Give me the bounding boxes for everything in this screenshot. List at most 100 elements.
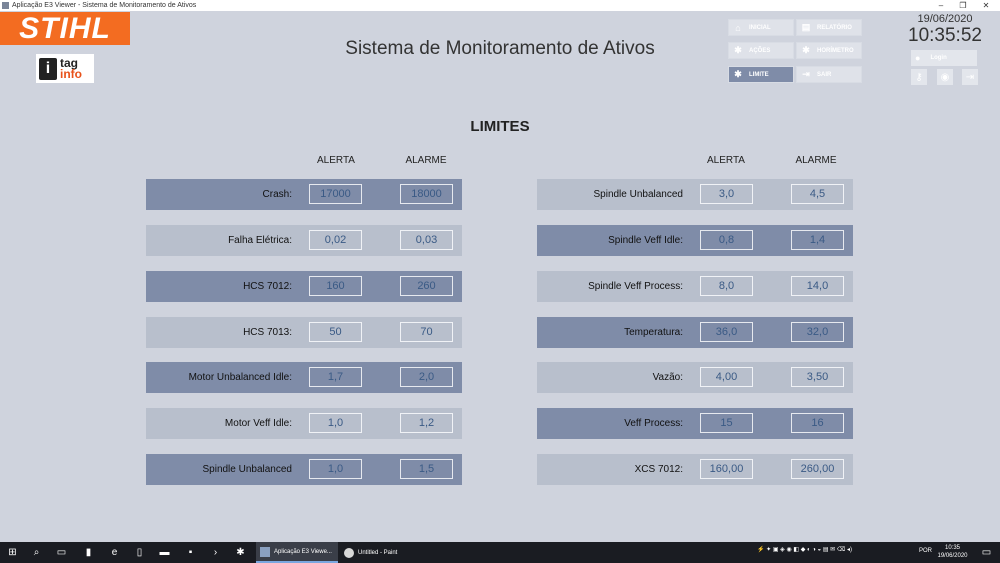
logo-info-text: info	[60, 66, 82, 81]
globe-icon[interactable]: ◉	[937, 69, 953, 85]
limit-row: HCS 7013: 50 70	[146, 317, 462, 348]
alarme-input[interactable]: 1,2	[400, 413, 453, 433]
app-icon	[2, 2, 9, 9]
nav-relatorio-button[interactable]: ▤ RELATÓRIO	[796, 19, 862, 36]
window-titlebar: Aplicação E3 Viewer - Sistema de Monitor…	[0, 0, 1000, 11]
nav-sair-button[interactable]: ⇥ SAIR	[796, 66, 862, 83]
alerta-input[interactable]: 1,0	[309, 459, 362, 479]
limit-row: Spindle Unbalanced 1,0 1,5	[146, 454, 462, 485]
alerta-input[interactable]: 0,02	[309, 230, 362, 250]
alarme-input[interactable]: 1,5	[400, 459, 453, 479]
left-col-alarme-header: ALARME	[405, 155, 447, 166]
alerta-input[interactable]: 1,7	[309, 367, 362, 387]
alarme-input[interactable]: 16	[791, 413, 844, 433]
limit-label: Spindle Unbalanced	[202, 464, 292, 475]
alarme-input[interactable]: 3,50	[791, 367, 844, 387]
current-date: 19/06/2020	[917, 13, 973, 25]
alerta-input[interactable]: 36,0	[700, 322, 753, 342]
limit-label: Spindle Unbalanced	[593, 189, 683, 200]
alarme-input[interactable]: 18000	[400, 184, 453, 204]
right-col-alerta-header: ALERTA	[707, 155, 745, 166]
alerta-input[interactable]: 160,00	[700, 459, 753, 479]
e3-app-icon	[260, 546, 270, 557]
report-icon: ▤	[801, 22, 811, 32]
gear-icon: ✱	[802, 45, 810, 55]
folder-icon[interactable]: ▬	[158, 546, 171, 559]
limit-row: Spindle Veff Idle: 0,8 1,4	[537, 225, 853, 256]
window-title: Aplicação E3 Viewer - Sistema de Monitor…	[12, 2, 197, 9]
alarme-input[interactable]: 32,0	[791, 322, 844, 342]
alerta-input[interactable]: 50	[309, 322, 362, 342]
alerta-input[interactable]: 0,8	[700, 230, 753, 250]
alarme-input[interactable]: 0,03	[400, 230, 453, 250]
alarme-input[interactable]: 260,00	[791, 459, 844, 479]
exit-icon: ⇥	[802, 69, 810, 79]
app-pinned-icon[interactable]: ▮	[82, 546, 95, 559]
home-icon: ⌂	[735, 22, 741, 33]
alarme-input[interactable]: 2,0	[400, 367, 453, 387]
alerta-input[interactable]: 4,00	[700, 367, 753, 387]
limit-row: XCS 7012: 160,00 260,00	[537, 454, 853, 485]
tray-icons[interactable]: ⚡ ✦ ▣ ◈ ◉ ◧ ◆ ◐ ◑ ◒ ▤ ✉ ⌫ ◂)	[757, 546, 852, 559]
gear-icon: ✱	[734, 69, 742, 79]
limit-row: Veff Process: 15 16	[537, 408, 853, 439]
close-icon[interactable]: ✕	[975, 0, 997, 11]
alarme-input[interactable]: 260	[400, 276, 453, 296]
alerta-input[interactable]: 160	[309, 276, 362, 296]
limit-label: XCS 7012:	[634, 464, 683, 475]
nav-limite-button[interactable]: ✱ LIMITE	[728, 66, 794, 83]
limit-row: Motor Veff Idle: 1,0 1,2	[146, 408, 462, 439]
settings-app-icon[interactable]: ✱	[234, 546, 247, 559]
login-button[interactable]: ● Login	[911, 50, 977, 66]
limit-label: Crash:	[262, 189, 292, 200]
limit-label: HCS 7013:	[243, 327, 292, 338]
taskbar: ⊞ ⌕ ▭ ▮ e ▯ ▬ ▪ › ✱ Aplicação E3 Viewe..…	[0, 542, 1000, 563]
limit-row: Spindle Unbalanced 3,0 4,5	[537, 179, 853, 210]
paint-app-icon	[344, 547, 354, 558]
limit-label: Vazão:	[652, 372, 683, 383]
alerta-input[interactable]: 3,0	[700, 184, 753, 204]
taskbar-clock[interactable]: 10:35 19/06/2020	[930, 544, 975, 560]
powershell-icon[interactable]: ›	[209, 546, 222, 559]
nav-inicial-button[interactable]: ⌂ INICIAL	[728, 19, 794, 36]
restore-icon[interactable]: ❐	[952, 0, 974, 11]
ie-browser-icon[interactable]: e	[108, 546, 121, 559]
left-col-alerta-header: ALERTA	[317, 155, 355, 166]
app-title: Sistema de Monitoramento de Ativos	[345, 38, 655, 59]
phone-icon[interactable]: ▯	[133, 546, 146, 559]
limit-row: Crash: 17000 18000	[146, 179, 462, 210]
limit-label: Falha Elétrica:	[228, 235, 292, 246]
notification-icon[interactable]: ▭	[980, 546, 993, 559]
alerta-input[interactable]: 15	[700, 413, 753, 433]
alerta-input[interactable]: 1,0	[309, 413, 362, 433]
alarme-input[interactable]: 1,4	[791, 230, 844, 250]
user-icon: ●	[915, 53, 921, 63]
limit-label: HCS 7012:	[243, 281, 292, 292]
limit-row: Temperatura: 36,0 32,0	[537, 317, 853, 348]
terminal-icon[interactable]: ▪	[184, 546, 197, 559]
alarme-input[interactable]: 14,0	[791, 276, 844, 296]
info-icon: i	[39, 57, 57, 80]
taskbar-app-e3viewer[interactable]: Aplicação E3 Viewe...	[256, 542, 338, 563]
limit-row: HCS 7012: 160 260	[146, 271, 462, 302]
alerta-input[interactable]: 17000	[309, 184, 362, 204]
limit-label: Spindle Veff Process:	[588, 281, 683, 292]
limit-row: Falha Elétrica: 0,02 0,03	[146, 225, 462, 256]
alarme-input[interactable]: 70	[400, 322, 453, 342]
alarme-input[interactable]: 4,5	[791, 184, 844, 204]
task-view-icon[interactable]: ▭	[55, 546, 68, 559]
limit-label: Temperatura:	[624, 327, 683, 338]
logout-icon[interactable]: ⇥	[962, 69, 978, 85]
nav-acoes-button[interactable]: ✱ AÇÕES	[728, 42, 794, 59]
search-icon[interactable]: ⌕	[30, 546, 43, 559]
alerta-input[interactable]: 8,0	[700, 276, 753, 296]
limit-row: Spindle Veff Process: 8,0 14,0	[537, 271, 853, 302]
taskbar-app-paint[interactable]: Untitled - Paint	[340, 542, 422, 563]
nav-horimetro-button[interactable]: ✱ HORÍMETRO	[796, 42, 862, 59]
key-icon[interactable]: ⚷	[911, 69, 927, 85]
windows-start-icon[interactable]: ⊞	[6, 546, 19, 559]
minimize-icon[interactable]: –	[930, 0, 952, 11]
current-time: 10:35:52	[908, 25, 982, 46]
limit-label: Motor Veff Idle:	[224, 418, 292, 429]
limit-label: Motor Unbalanced Idle:	[188, 372, 292, 383]
